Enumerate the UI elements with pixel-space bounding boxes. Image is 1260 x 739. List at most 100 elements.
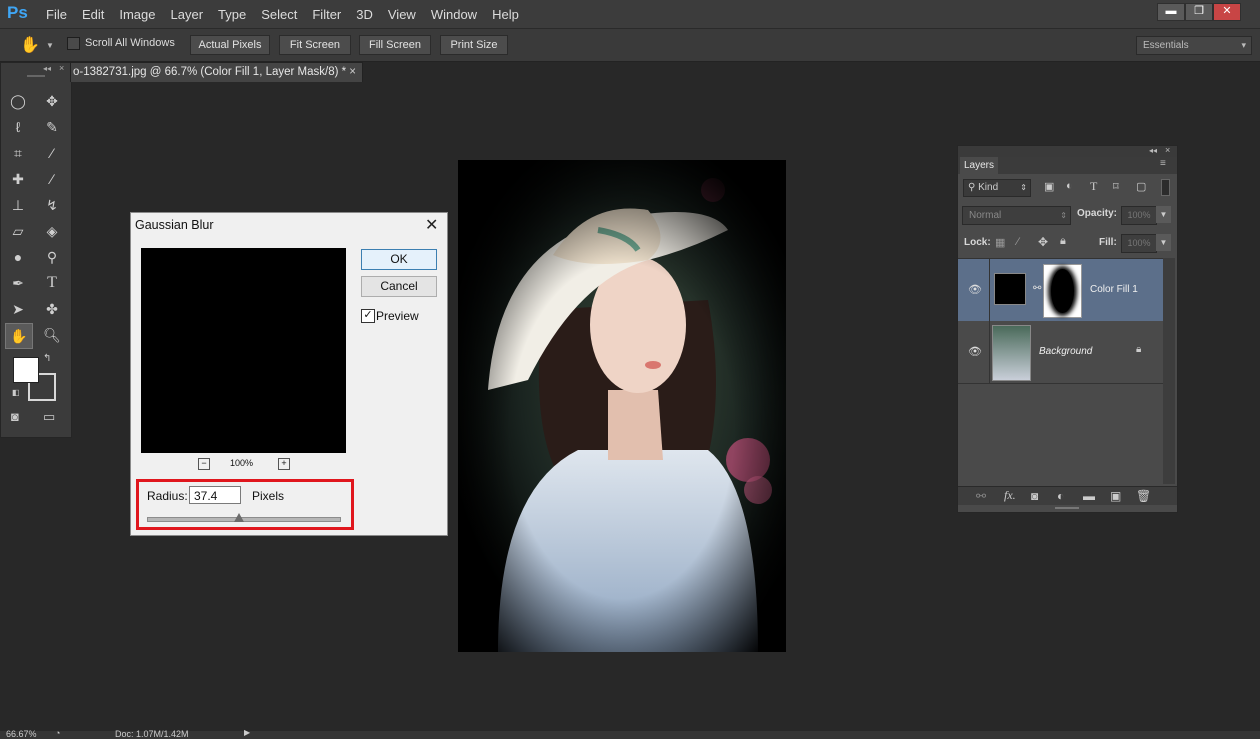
document-tab[interactable]: o-1382731.jpg @ 66.7% (Color Fill 1, Lay… <box>70 62 363 82</box>
adjustment-filter-icon[interactable]: ◐ <box>1066 180 1073 192</box>
menu-help[interactable]: Help <box>492 7 519 22</box>
close-window-button[interactable]: ✕ <box>1213 3 1241 21</box>
zoom-in-icon[interactable]: + <box>278 458 290 470</box>
smart-object-filter-icon[interactable]: ▢ <box>1136 180 1146 193</box>
layer-row-background[interactable]: 👁︎ Background 🔒︎ <box>958 321 1163 384</box>
radius-slider-thumb[interactable] <box>234 513 245 522</box>
fill-thumbnail[interactable] <box>994 273 1026 305</box>
elliptical-marquee-tool-icon[interactable]: ◯ <box>5 89 31 113</box>
screen-mode-icon[interactable]: ▭ <box>43 409 55 425</box>
layer-name[interactable]: Color Fill 1 <box>1090 284 1138 295</box>
blend-mode-select[interactable]: Normal ⇕ <box>962 206 1071 225</box>
history-brush-tool-icon[interactable]: ↯ <box>39 193 65 217</box>
ok-button[interactable]: OK <box>361 249 437 270</box>
crop-tool-icon[interactable]: ⌗ <box>5 141 31 165</box>
scrollbar[interactable] <box>1163 258 1175 484</box>
new-layer-icon[interactable]: ▣ <box>1110 489 1121 503</box>
paint-bucket-tool-icon[interactable]: ◈ <box>39 219 65 243</box>
custom-shape-tool-icon[interactable]: ✤ <box>39 297 65 321</box>
actual-pixels-button[interactable]: Actual Pixels <box>190 35 270 55</box>
radius-input[interactable]: 37.4 <box>189 486 241 504</box>
eraser-tool-icon[interactable]: ▱ <box>5 219 31 243</box>
pen-tool-icon[interactable]: ✒ <box>5 271 31 295</box>
layer-row-color-fill[interactable]: 👁︎ ⚯ Color Fill 1 <box>958 258 1163 322</box>
foreground-color-swatch[interactable] <box>13 357 39 383</box>
scroll-all-windows-checkbox[interactable] <box>67 37 80 50</box>
filter-toggle[interactable] <box>1161 179 1170 196</box>
fill-screen-button[interactable]: Fill Screen <box>359 35 431 55</box>
hand-tool-preset-icon[interactable]: ✋ <box>20 35 40 55</box>
link-icon[interactable]: ⚯ <box>976 489 986 503</box>
menu-select[interactable]: Select <box>261 7 297 22</box>
menu-layer[interactable]: Layer <box>171 7 204 22</box>
trash-icon[interactable]: 🗑︎ <box>1136 489 1151 503</box>
collapse-icon[interactable]: ◂◂ <box>1149 146 1157 155</box>
lasso-tool-icon[interactable]: ℓ <box>5 115 31 139</box>
fill-input[interactable]: 100% <box>1121 234 1157 253</box>
eyedropper-tool-icon[interactable]: ⁄ <box>39 141 65 165</box>
close-icon[interactable]: × <box>1165 145 1170 155</box>
preview-checkbox[interactable]: ✓ <box>361 309 375 323</box>
menu-filter[interactable]: Filter <box>312 7 341 22</box>
menu-edit[interactable]: Edit <box>82 7 104 22</box>
layer-mask-thumbnail[interactable] <box>1043 264 1082 318</box>
chevron-down-icon[interactable]: ▼ <box>46 41 54 50</box>
print-size-button[interactable]: Print Size <box>440 35 508 55</box>
quick-selection-tool-icon[interactable]: ✎ <box>39 115 65 139</box>
chevron-down-icon[interactable]: ▼ <box>1156 234 1171 251</box>
collapse-icon[interactable]: ◂◂ <box>43 64 51 73</box>
path-selection-tool-icon[interactable]: ➤ <box>5 297 31 321</box>
menu-file[interactable]: File <box>46 7 67 22</box>
lock-transparent-icon[interactable]: ▦ <box>995 236 1005 249</box>
zoom-tool-icon[interactable]: 🔍︎ <box>39 323 65 347</box>
status-menu-arrow-icon[interactable]: ▶ <box>244 728 250 737</box>
chevron-down-icon[interactable]: ▼ <box>1156 206 1171 223</box>
lock-position-icon[interactable]: ✥ <box>1038 235 1048 249</box>
restore-button[interactable]: ❐ <box>1185 3 1213 21</box>
layer-name[interactable]: Background <box>1039 346 1092 357</box>
healing-brush-tool-icon[interactable]: ✚ <box>5 167 31 191</box>
type-tool-icon[interactable]: T <box>39 271 65 295</box>
status-zoom[interactable]: 66.67% <box>6 729 37 739</box>
folder-icon[interactable]: ▬ <box>1083 489 1095 503</box>
tab-layers[interactable]: Layers <box>960 157 998 174</box>
default-colors-icon[interactable]: ◧ <box>12 388 20 397</box>
menu-view[interactable]: View <box>388 7 416 22</box>
opacity-input[interactable]: 100% <box>1121 206 1157 225</box>
shape-filter-icon[interactable]: ⌑ <box>1113 180 1119 193</box>
status-info-icon[interactable]: ◔ <box>55 728 60 738</box>
lock-all-icon[interactable]: 🔒︎ <box>1060 235 1066 248</box>
panel-menu-icon[interactable]: ≡ <box>1160 158 1166 169</box>
cancel-button[interactable]: Cancel <box>361 276 437 297</box>
menu-window[interactable]: Window <box>431 7 477 22</box>
chain-link-icon[interactable]: ⚯ <box>1033 283 1041 294</box>
menu-type[interactable]: Type <box>218 7 246 22</box>
clone-stamp-tool-icon[interactable]: ⊥ <box>5 193 31 217</box>
fit-screen-button[interactable]: Fit Screen <box>279 35 351 55</box>
minimize-button[interactable]: ▬ <box>1157 3 1185 21</box>
quick-mask-icon[interactable]: ◙ <box>11 409 19 424</box>
type-filter-icon[interactable]: T <box>1090 179 1097 194</box>
eye-icon[interactable]: 👁︎ <box>968 283 982 296</box>
workspace-select[interactable]: Essentials ▾ <box>1136 36 1252 55</box>
hand-tool-icon[interactable]: ✋ <box>5 323 33 349</box>
brush-tool-icon[interactable]: ∕ <box>39 167 65 191</box>
filter-kind-select[interactable]: ⚲ Kind ⇕ <box>963 179 1031 197</box>
mask-icon[interactable]: ◙ <box>1031 489 1038 503</box>
eye-icon[interactable]: 👁︎ <box>968 345 982 358</box>
blur-tool-icon[interactable]: ● <box>5 245 31 269</box>
swap-colors-icon[interactable]: ↰ <box>43 353 51 364</box>
background-thumbnail[interactable] <box>992 325 1031 381</box>
menu-3d[interactable]: 3D <box>356 7 373 22</box>
zoom-out-icon[interactable]: − <box>198 458 210 470</box>
pixel-filter-icon[interactable]: ▣ <box>1044 180 1054 193</box>
canvas-image[interactable] <box>458 160 786 652</box>
move-tool-icon[interactable]: ✥ <box>39 89 65 113</box>
menu-image[interactable]: Image <box>119 7 155 22</box>
dodge-tool-icon[interactable]: ⚲ <box>39 245 65 269</box>
preview-pane[interactable] <box>141 248 346 453</box>
close-icon[interactable]: ✕ <box>425 215 438 235</box>
lock-image-icon[interactable]: ∕ <box>1017 236 1019 248</box>
close-icon[interactable]: × <box>59 63 64 73</box>
close-tab-icon[interactable]: × <box>349 63 356 82</box>
